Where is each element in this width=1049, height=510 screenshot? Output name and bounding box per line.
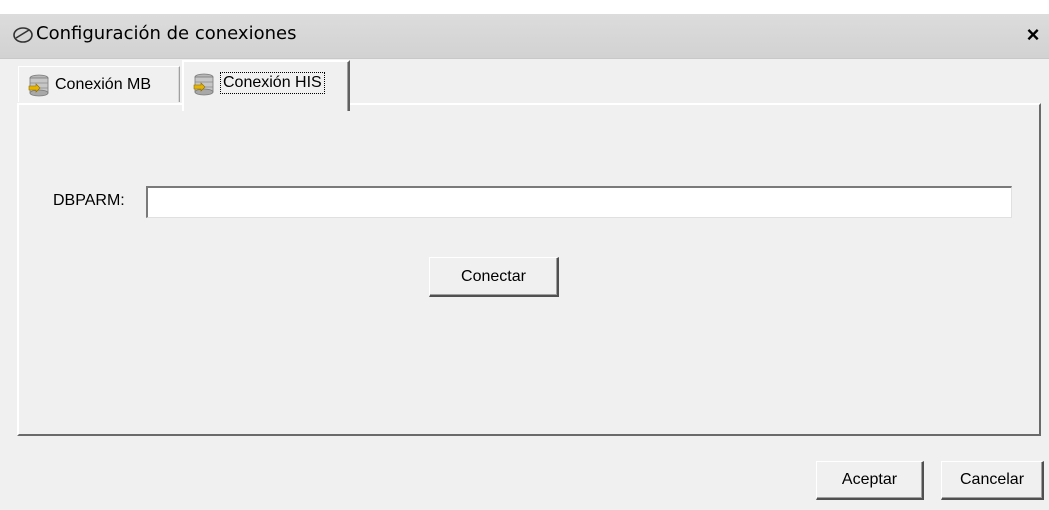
connect-button[interactable]: Conectar bbox=[429, 257, 559, 297]
connection-icon bbox=[13, 27, 33, 43]
dbparm-label: DBPARM: bbox=[53, 192, 125, 209]
cancel-button-label: Cancelar bbox=[959, 471, 1025, 488]
tab-conexion-mb[interactable]: Conexión MB bbox=[18, 66, 180, 102]
connect-button-label: Conectar bbox=[461, 267, 526, 285]
tab-panel: DBPARM: Conectar bbox=[17, 103, 1041, 436]
title-bar[interactable]: Configuración de conexiones × bbox=[0, 14, 1049, 59]
accept-button[interactable]: Aceptar bbox=[816, 461, 924, 500]
close-icon: × bbox=[1026, 22, 1040, 47]
close-button[interactable]: × bbox=[1021, 22, 1045, 48]
tab-conexion-his[interactable]: Conexión HIS bbox=[182, 60, 350, 111]
window-title: Configuración de conexiones bbox=[36, 23, 297, 44]
connection-settings-dialog: Configuración de conexiones × Conexión M… bbox=[0, 0, 1049, 510]
database-icon bbox=[193, 73, 214, 96]
tab-label: Conexión HIS bbox=[220, 72, 325, 94]
tab-label: Conexión MB bbox=[55, 75, 152, 93]
cancel-button[interactable]: Cancelar bbox=[941, 461, 1044, 500]
accept-button-label: Aceptar bbox=[841, 471, 898, 488]
database-icon bbox=[28, 74, 49, 96]
top-margin bbox=[0, 0, 1049, 14]
dbparm-input[interactable] bbox=[146, 186, 1012, 218]
